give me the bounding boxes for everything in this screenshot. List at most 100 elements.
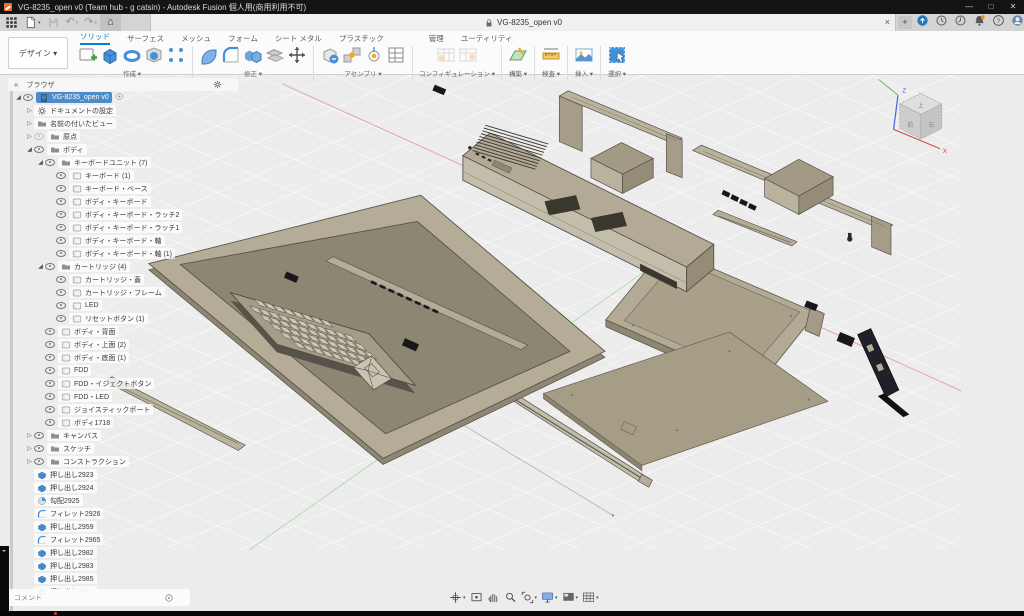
notifications-button[interactable] (973, 14, 986, 32)
ribbon-group-label[interactable]: 構築 ▾ (509, 68, 527, 78)
tree-arrow-closed-icon[interactable]: ▷ (25, 458, 34, 465)
tree-arrow-open-icon[interactable]: ◢ (36, 159, 45, 166)
job-status-button[interactable] (916, 14, 929, 32)
visibility-eye-icon[interactable] (45, 263, 55, 270)
display-settings-button[interactable]: ▾ (541, 591, 558, 604)
browser-item[interactable]: 押し出し2923 (8, 468, 238, 481)
save-button[interactable] (44, 14, 63, 31)
recent-button[interactable] (954, 14, 967, 32)
ribbon-group-label[interactable]: 検査 ▾ (542, 68, 560, 78)
browser-item[interactable]: 勾配2925 (8, 494, 238, 507)
visibility-eye-icon[interactable] (34, 432, 44, 439)
visibility-eye-icon[interactable] (56, 315, 66, 322)
maximize-button[interactable]: □ (980, 0, 1002, 14)
browser-item[interactable]: ボディ・キーボード (8, 195, 238, 208)
visibility-eye-icon[interactable] (45, 328, 55, 335)
fit-button[interactable]: ▾ (521, 591, 538, 604)
browser-item[interactable]: ◢VG-8235_open v0 (8, 91, 238, 104)
browser-item[interactable]: 押し出し2983 (8, 559, 238, 572)
tree-arrow-closed-icon[interactable]: ▷ (25, 120, 34, 127)
visibility-eye-icon[interactable] (45, 393, 55, 400)
browser-item[interactable]: ボディ・上面 (2) (8, 338, 238, 351)
new-document-tab-button[interactable]: + (898, 16, 912, 29)
tree-arrow-closed-icon[interactable]: ▷ (25, 107, 34, 114)
tree-arrow-closed-icon[interactable]: ▷ (25, 432, 34, 439)
visibility-eye-icon[interactable] (34, 458, 44, 465)
new-component-button[interactable] (320, 45, 340, 67)
create-sketch-button[interactable] (78, 45, 98, 67)
visibility-eye-icon[interactable] (34, 146, 44, 153)
profile-button[interactable] (1011, 14, 1024, 32)
browser-item[interactable]: ▷スケッチ (8, 442, 238, 455)
visibility-eye-icon[interactable] (45, 406, 55, 413)
ribbon-group-label[interactable]: 選択 ▾ (608, 68, 626, 78)
browser-item[interactable]: ▷名前の付いたビュー (8, 117, 238, 130)
tree-arrow-closed-icon[interactable]: ▷ (25, 133, 34, 140)
ribbon-tab-管理[interactable]: 管理 (429, 33, 444, 45)
browser-item[interactable]: フィレット2926 (8, 507, 238, 520)
visibility-eye-icon[interactable] (45, 419, 55, 426)
undo-button[interactable]: ↶▾ (63, 14, 82, 31)
browser-item[interactable]: ボディ・背面 (8, 325, 238, 338)
visibility-eye-icon[interactable] (56, 211, 66, 218)
browser-item[interactable]: ◢カートリッジ (4) (8, 260, 238, 273)
select-button[interactable] (607, 45, 627, 67)
browser-item[interactable]: ◢ボディ (8, 143, 238, 156)
insert-image-button[interactable] (574, 45, 594, 67)
visibility-eye-icon[interactable] (56, 237, 66, 244)
browser-item[interactable]: ボディ1718 (8, 416, 238, 429)
viewports-button[interactable]: ▾ (562, 591, 579, 604)
press-pull-button[interactable] (199, 45, 219, 67)
visibility-eye-icon[interactable] (56, 224, 66, 231)
document-tab[interactable]: VG-8235_open v0 × (150, 14, 896, 31)
zoom-button[interactable] (504, 591, 517, 604)
browser-item[interactable]: カートリッジ・フレーム (8, 286, 238, 299)
visibility-eye-icon[interactable] (56, 276, 66, 283)
visibility-eye-icon[interactable] (23, 94, 33, 101)
ribbon-tab-フォーム[interactable]: フォーム (228, 33, 258, 45)
visibility-eye-icon[interactable] (56, 185, 66, 192)
combine-button[interactable] (243, 45, 263, 67)
ribbon-group-label[interactable]: 作成 ▾ (123, 68, 141, 78)
ribbon-group-label[interactable]: 修正 ▾ (244, 68, 262, 78)
browser-item[interactable]: FDD (8, 364, 238, 377)
browser-item[interactable]: キーボード・ベース (8, 182, 238, 195)
browser-item[interactable]: ボディ・キーボード・軸 (1) (8, 247, 238, 260)
ribbon-tab-サーフェス[interactable]: サーフェス (127, 33, 164, 45)
revolve-button[interactable] (122, 45, 142, 67)
visibility-eye-icon[interactable] (56, 289, 66, 296)
replace-face-button[interactable] (265, 45, 285, 67)
browser-item[interactable]: 押し出し2959 (8, 520, 238, 533)
browser-item[interactable]: ▷原点 (8, 130, 238, 143)
windows-taskbar[interactable] (0, 611, 1024, 616)
visibility-eye-icon[interactable] (56, 198, 66, 205)
visibility-eye-icon[interactable] (56, 172, 66, 179)
visibility-eye-icon[interactable] (56, 302, 66, 309)
browser-item[interactable]: リセットボタン (1) (8, 312, 238, 325)
document-tab-close-icon[interactable]: × (885, 16, 890, 29)
design-workspace-menu[interactable]: デザイン ▾ (8, 37, 68, 69)
close-button[interactable]: ✕ (1002, 0, 1024, 14)
pan-button[interactable] (487, 591, 500, 604)
tree-arrow-closed-icon[interactable]: ▷ (25, 445, 34, 452)
browser-collapse-icon[interactable]: « (14, 80, 18, 89)
visibility-eye-icon[interactable] (34, 445, 44, 452)
tree-arrow-open-icon[interactable]: ◢ (14, 94, 23, 101)
fillet-button[interactable] (221, 45, 241, 67)
browser-item[interactable]: LED (8, 299, 238, 312)
browser-item[interactable]: キーボード (1) (8, 169, 238, 182)
look-at-button[interactable] (470, 591, 483, 604)
home-button[interactable]: ⌂ (100, 14, 121, 31)
visibility-eye-icon[interactable] (56, 250, 66, 257)
primitive-button[interactable] (144, 45, 164, 67)
visibility-eye-icon[interactable] (45, 159, 55, 166)
app-grid-button[interactable] (2, 14, 21, 31)
ribbon-tab-プラスチック[interactable]: プラスチック (339, 33, 384, 45)
orbit-button[interactable]: ▾ (449, 591, 466, 604)
sketch-pattern-button[interactable] (166, 45, 186, 67)
grid-settings-button[interactable]: ▾ (582, 591, 599, 604)
extrude-button[interactable] (100, 45, 120, 67)
browser-item[interactable]: FDD・イジェクトボタン (8, 377, 238, 390)
construct-plane-button[interactable] (508, 45, 528, 67)
ribbon-group-label[interactable]: コンフィギュレーション ▾ (419, 68, 495, 78)
